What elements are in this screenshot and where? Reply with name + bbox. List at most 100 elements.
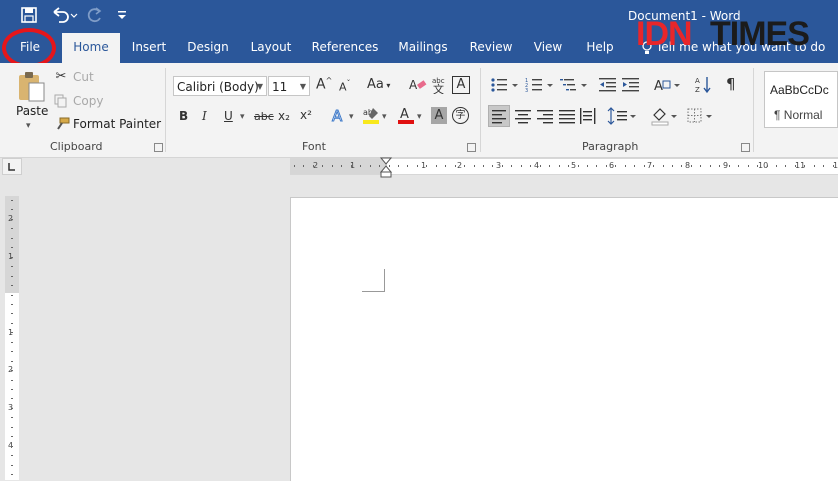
shrink-font-icon[interactable]: Aˇ <box>339 79 351 94</box>
text-effects-icon[interactable]: A <box>329 106 349 126</box>
tab-help[interactable]: Help <box>578 33 622 63</box>
shading-icon[interactable] <box>650 106 680 126</box>
ruler-tick <box>11 445 13 447</box>
grow-font-icon[interactable]: A^ <box>316 76 332 93</box>
ruler-tick <box>11 275 13 277</box>
ruler-tick <box>728 165 730 167</box>
ruler-tick <box>643 165 645 167</box>
copy-icon[interactable] <box>54 93 68 108</box>
tab-view[interactable]: View <box>526 33 570 63</box>
highlight-circle <box>2 28 56 68</box>
align-left-button[interactable] <box>488 105 510 127</box>
ruler-tick <box>11 200 13 201</box>
justify-icon[interactable] <box>557 106 577 126</box>
clipboard-launcher-icon[interactable] <box>154 143 163 152</box>
font-color-dropdown-icon[interactable]: ▾ <box>417 112 422 122</box>
ruler-tick <box>11 313 13 315</box>
tab-references[interactable]: References <box>306 33 384 63</box>
show-formatting-icon[interactable]: ¶ <box>726 75 736 93</box>
ruler-tick <box>596 165 598 167</box>
line-spacing-icon[interactable] <box>607 106 637 126</box>
tab-layout[interactable]: Layout <box>244 33 298 63</box>
highlight-dropdown-icon[interactable]: ▾ <box>382 112 387 122</box>
ruler-tick <box>775 165 777 167</box>
cut-icon[interactable]: ✂ <box>54 69 68 84</box>
svg-text:A: A <box>332 107 343 125</box>
ruler-tick <box>11 464 13 466</box>
ruler-tick <box>388 165 390 167</box>
undo-icon[interactable] <box>50 6 78 26</box>
ruler-tick <box>369 165 371 167</box>
tab-insert[interactable]: Insert <box>125 33 173 63</box>
redo-icon[interactable] <box>86 6 106 26</box>
highlight-icon[interactable]: ab <box>361 105 381 125</box>
paste-icon[interactable] <box>16 70 46 102</box>
phonetic-guide-icon[interactable]: abc 文 <box>430 76 450 96</box>
document-page[interactable] <box>290 197 838 481</box>
ruler-tick <box>11 266 13 268</box>
ruler-tick <box>11 407 13 409</box>
character-shading-icon[interactable]: A <box>431 107 447 124</box>
underline-dropdown-icon[interactable]: ▾ <box>240 112 245 122</box>
save-icon[interactable] <box>20 6 40 26</box>
customize-qat-icon[interactable] <box>116 8 128 22</box>
ruler-tick <box>483 165 484 167</box>
font-color-icon[interactable]: A <box>396 105 416 125</box>
text-effects-dropdown-icon[interactable]: ▾ <box>349 112 354 122</box>
decrease-indent-icon[interactable] <box>598 76 618 94</box>
borders-icon[interactable] <box>685 106 715 126</box>
multilevel-list-icon[interactable] <box>559 76 589 94</box>
format-painter-icon[interactable] <box>54 116 70 130</box>
format-painter-button[interactable]: Format Painter <box>73 117 161 131</box>
ruler-tick <box>804 165 806 167</box>
copy-button[interactable]: Copy <box>73 94 103 108</box>
font-size-combo[interactable]: 11 ▼ <box>268 76 310 96</box>
style-normal[interactable]: AaBbCcDc ¶ Normal <box>764 71 838 128</box>
ruler-tick <box>681 165 683 167</box>
font-name-combo[interactable]: Calibri (Body) ▼ <box>173 76 267 96</box>
distributed-icon[interactable] <box>578 106 598 126</box>
tab-home[interactable]: Home <box>62 33 120 63</box>
ruler-tick <box>11 322 13 324</box>
tab-selector-button[interactable] <box>2 158 22 175</box>
align-center-icon[interactable] <box>513 106 533 126</box>
subscript-button[interactable]: x₂ <box>278 109 290 123</box>
paste-dropdown-icon[interactable]: ▾ <box>26 121 31 131</box>
tab-review[interactable]: Review <box>463 33 519 63</box>
ruler-tick <box>11 436 13 438</box>
group-divider <box>480 68 481 152</box>
ruler-tick <box>520 165 522 167</box>
clear-formatting-icon[interactable]: A <box>409 77 427 93</box>
ruler-tick <box>435 165 437 167</box>
cut-button[interactable]: Cut <box>73 70 94 84</box>
bullets-icon[interactable] <box>490 76 520 94</box>
ruler-tick <box>473 165 475 167</box>
ruler-tick <box>11 398 13 400</box>
enclose-circle-icon[interactable]: 字 <box>452 107 469 124</box>
italic-button[interactable]: I <box>202 109 207 123</box>
underline-button[interactable]: U <box>224 109 233 123</box>
sort-icon[interactable]: AZ <box>695 75 713 95</box>
align-right-icon[interactable] <box>535 106 555 126</box>
increase-indent-icon[interactable] <box>621 76 641 94</box>
ruler-tick <box>11 247 13 249</box>
numbering-icon[interactable]: 123 <box>525 76 555 94</box>
svg-text:3: 3 <box>525 88 528 94</box>
enclose-characters-icon[interactable]: A <box>452 76 470 94</box>
asian-layout-icon[interactable]: A <box>653 76 683 94</box>
change-case-icon[interactable]: Aa ▾ <box>367 77 390 92</box>
paragraph-launcher-icon[interactable] <box>741 143 750 152</box>
strikethrough-button[interactable]: abc <box>254 110 274 123</box>
ruler-tick <box>709 165 711 167</box>
ruler-tick <box>11 360 13 362</box>
ruler-tick <box>331 165 333 167</box>
superscript-button[interactable]: x² <box>300 108 312 122</box>
tab-mailings[interactable]: Mailings <box>392 33 454 63</box>
ruler-tick <box>586 165 588 167</box>
ruler-tick <box>539 165 541 167</box>
bold-button[interactable]: B <box>179 109 188 123</box>
font-launcher-icon[interactable] <box>467 143 476 152</box>
ruler-tick <box>11 341 13 343</box>
paste-button[interactable]: Paste <box>16 104 48 118</box>
tab-design[interactable]: Design <box>181 33 235 63</box>
